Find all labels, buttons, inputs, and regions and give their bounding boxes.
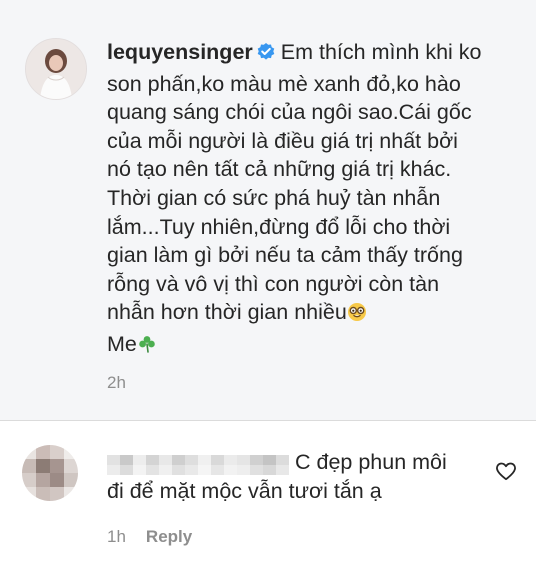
caption-username[interactable]: lequyensinger — [107, 40, 253, 64]
avatar-photo — [26, 39, 86, 99]
comment-avatar[interactable] — [22, 445, 78, 501]
caption-line-6: Thời gian có sức phá huỷ tàn nhẫn — [107, 185, 441, 210]
blurred-avatar-image — [22, 445, 78, 501]
comment-meta: 1h Reply — [107, 527, 192, 547]
caption-line-3: quang sáng chói của ngôi sao.Cái gốc — [107, 100, 472, 125]
caption-line-2: son phấn,ko màu mè xanh đỏ,ko hào — [107, 71, 461, 96]
comment-timestamp[interactable]: 1h — [107, 527, 126, 547]
verified-icon — [256, 41, 276, 70]
comment-line-1: C đẹp phun môi — [295, 450, 447, 474]
heart-icon[interactable] — [494, 459, 518, 483]
caption-line-1: Em thích mình khi ko — [280, 40, 482, 64]
caption-line-4: của mỗi người là điều giá trị nhất bởi — [107, 128, 458, 153]
comment-text: C đẹp phun môi đi để mặt mộc vẫn tươi tắ… — [107, 448, 497, 506]
caption-text: lequyensinger Em thích mình khi ko son ph… — [107, 38, 527, 362]
avatar[interactable] — [25, 38, 87, 100]
caption-line-7: lắm...Tuy nhiên,đừng đổ lỗi cho thời — [107, 214, 451, 239]
caption-line-10: nhẫn hơn thời gian nhiều — [107, 300, 347, 325]
caption-signature: Me — [107, 331, 137, 356]
shamrock-emoji-icon — [137, 333, 157, 362]
caption-line-5: nó tạo nên tất cả những giá trị khác. — [107, 157, 452, 182]
reply-button[interactable]: Reply — [146, 527, 192, 547]
caption-timestamp[interactable]: 2h — [107, 373, 126, 393]
nerd-face-emoji-icon — [347, 301, 367, 330]
caption-line-9: rỗng và vô vị thì con người còn tàn — [107, 271, 440, 296]
caption-section: lequyensinger Em thích mình khi ko son ph… — [0, 0, 536, 420]
caption-line-8: gian làm gì bởi nếu ta cảm thấy trống — [107, 243, 463, 268]
divider — [0, 420, 536, 421]
comment-line-2: đi để mặt mộc vẫn tươi tắn ạ — [107, 479, 382, 503]
